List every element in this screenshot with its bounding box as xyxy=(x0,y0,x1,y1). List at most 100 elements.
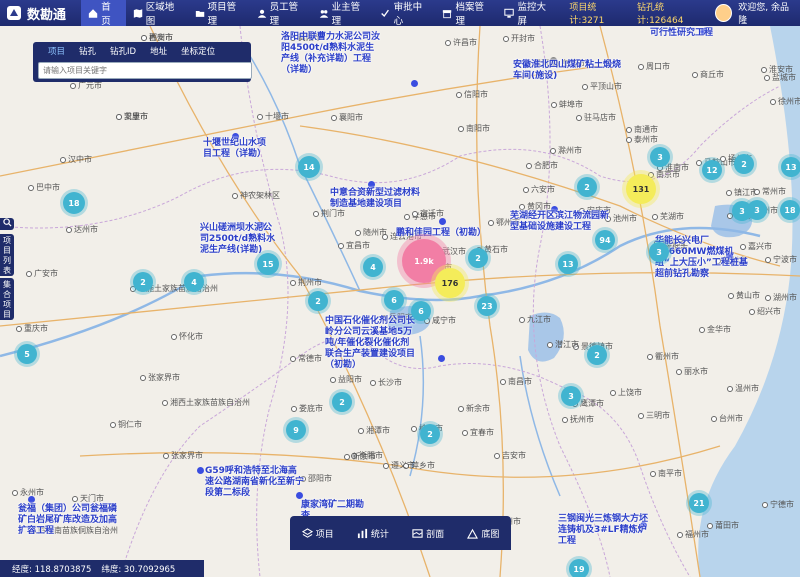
search-tab-3[interactable]: 地址 xyxy=(143,45,174,57)
city-label: 神农架林区 xyxy=(232,190,280,201)
search-tabs: 项目 钻孔 钻孔ID 地址 坐标定位 xyxy=(33,42,251,60)
cluster-marker[interactable]: 6 xyxy=(411,301,431,321)
city-label: 平顶山市 xyxy=(582,81,622,92)
cluster-marker[interactable]: 13 xyxy=(558,254,578,274)
cluster-marker[interactable]: 2 xyxy=(308,291,328,311)
project-label[interactable]: 中国石化催化剂公司长岭分公司云溪基地5万吨/年催化裂化催化剂联合生产装置建设项目… xyxy=(325,316,415,371)
cluster-marker[interactable]: 23 xyxy=(477,296,497,316)
project-label[interactable]: 兴山磋洲坝水泥公司2500t/d熟料水泥生产线(详勘) xyxy=(200,223,280,256)
project-label[interactable]: G59呼和浩特至北海高速公路湖南省新化至新宁段第二标段 xyxy=(205,466,305,499)
cluster-marker[interactable]: 2 xyxy=(468,248,488,268)
cluster-marker[interactable]: 2 xyxy=(133,272,153,292)
cluster-marker[interactable]: 94 xyxy=(595,230,615,250)
toolbar-project-button[interactable]: 项目 xyxy=(301,527,334,540)
cluster-marker[interactable]: 2 xyxy=(587,345,607,365)
project-label[interactable]: 可行性研究工程 xyxy=(650,28,750,39)
cluster-marker[interactable]: 4 xyxy=(184,272,204,292)
city-label: 徐州市 xyxy=(770,96,800,107)
project-label[interactable]: 瓮福（集团）公司瓮福磷矿白岩尾矿库改造及加高扩容工程 xyxy=(18,504,118,537)
search-tab-0[interactable]: 项目 xyxy=(41,45,72,57)
cluster-marker[interactable]: 3 xyxy=(649,242,669,262)
cluster-marker[interactable]: 14 xyxy=(298,156,320,178)
nav-item-5[interactable]: 审批中心 xyxy=(373,0,435,27)
cluster-marker[interactable]: 131 xyxy=(626,174,656,204)
cluster-marker[interactable]: 21 xyxy=(689,493,709,513)
project-label[interactable]: 中意合资新型过滤材料制造基地建设项目 xyxy=(330,188,420,210)
side-search-button[interactable] xyxy=(0,218,14,230)
nav-item-7[interactable]: 监控大屏 xyxy=(497,0,559,27)
cluster-marker[interactable]: 9 xyxy=(286,420,306,440)
city-label: 襄阳市 xyxy=(331,112,363,123)
nav-item-2[interactable]: 项目管理 xyxy=(188,0,250,27)
project-pin[interactable] xyxy=(197,467,204,474)
cluster-marker[interactable]: 3 xyxy=(561,386,581,406)
cluster-marker[interactable]: 2 xyxy=(577,177,597,197)
search-tab-4[interactable]: 坐标定位 xyxy=(174,45,222,57)
cluster-marker[interactable]: 18 xyxy=(780,200,800,220)
bar-chart-icon xyxy=(357,528,367,538)
cluster-marker[interactable]: 2 xyxy=(734,154,754,174)
project-label[interactable]: 华能长兴电厂2×660MW燃煤机组“上大压小”工程桩基超前钻孔勘察 xyxy=(655,236,755,280)
nav-item-6[interactable]: 档案管理 xyxy=(435,0,497,27)
cluster-marker[interactable]: 4 xyxy=(363,257,383,277)
search-tab-1[interactable]: 钻孔 xyxy=(72,45,103,57)
toolbar-stats-button[interactable]: 统计 xyxy=(357,527,389,540)
cluster-marker[interactable]: 2 xyxy=(420,424,440,444)
map-canvas[interactable]: 西安市 商洛市 安康市 汉中市 十堰市 襄阳市 神农架林区 巴中市 达州市 广安市 广元市 重庆市 恩施… xyxy=(0,26,800,577)
project-label[interactable]: 芜湖经开区滨江物流园新型基础设施建设工程 xyxy=(510,211,610,233)
project-pin[interactable] xyxy=(439,218,446,225)
search-input[interactable] xyxy=(38,62,252,79)
city-label: 许昌市 xyxy=(445,37,477,48)
project-label[interactable]: 洛阳中联曹力水泥公司汝阳4500t/d熟料水泥生产线（补充详勘）工程（详勘） xyxy=(281,32,381,76)
user-menu[interactable]: 欢迎您, 余品隆 xyxy=(715,0,800,26)
search-panel: 项目 钻孔 钻孔ID 地址 坐标定位 xyxy=(33,42,252,82)
project-label[interactable]: 鹏和佳园工程（初勘） xyxy=(396,228,506,239)
project-label[interactable]: 十堰世纪山水项目工程（详勘） xyxy=(203,138,273,160)
nav-item-label: 档案管理 xyxy=(455,2,485,27)
city-label: 黄山市 xyxy=(728,290,760,301)
city-label: 驻马店市 xyxy=(576,112,616,123)
project-pin[interactable] xyxy=(28,496,35,503)
cluster-marker[interactable]: 13 xyxy=(781,157,800,177)
owner-icon xyxy=(319,9,328,18)
borehole-count: 钻孔统计:126464 xyxy=(637,3,684,26)
cluster-marker[interactable]: 15 xyxy=(257,253,279,275)
coordinate-readout: 经度: 118.8703875 纬度: 30.7092965 xyxy=(0,560,204,577)
city-label: 十堰市 xyxy=(257,111,289,122)
nav-item-1[interactable]: 区域地图 xyxy=(126,0,188,27)
project-label[interactable]: 三钢闽光三炼钢大方坯连铸机及3#LF精炼炉工程 xyxy=(558,514,650,547)
city-label: 衢州市 xyxy=(647,351,679,362)
cluster-marker[interactable]: 176 xyxy=(435,268,465,298)
cluster-marker[interactable]: 18 xyxy=(63,192,85,214)
avatar[interactable] xyxy=(715,4,733,22)
cluster-marker[interactable]: 3 xyxy=(650,147,670,167)
nav-item-4[interactable]: 业主管理 xyxy=(312,0,374,27)
cluster-marker[interactable]: 2 xyxy=(332,392,352,412)
project-pin[interactable] xyxy=(296,492,303,499)
project-pin[interactable] xyxy=(368,181,375,188)
nav-item-label: 项目管理 xyxy=(207,2,237,27)
project-pin[interactable] xyxy=(411,80,418,87)
city-label: 滁州市 xyxy=(550,145,582,156)
city-label: 张家界市 xyxy=(140,372,180,383)
city-label: 新余市 xyxy=(344,451,376,462)
cluster-marker[interactable]: 3 xyxy=(747,200,767,220)
nav-item-3[interactable]: 员工管理 xyxy=(250,0,312,27)
city-label: 合肥市 xyxy=(526,160,558,171)
cluster-marker[interactable]: 6 xyxy=(384,290,404,310)
project-pin[interactable] xyxy=(438,355,445,362)
brand[interactable]: 数勘通 xyxy=(0,4,81,23)
group-project-tab[interactable]: 集合项目 xyxy=(0,278,14,320)
cluster-marker[interactable]: 19 xyxy=(569,559,589,577)
project-label[interactable]: 安徽淮北四山煤矿粘土煅烧车间(施设) xyxy=(513,60,623,82)
city-label: 上饶市 xyxy=(610,387,642,398)
toolbar-basemap-button[interactable]: 底图 xyxy=(467,527,499,540)
toolbar-section-button[interactable]: 剖面 xyxy=(412,527,444,540)
cluster-marker[interactable]: 5 xyxy=(17,344,37,364)
nav-item-0[interactable]: 首页 xyxy=(81,0,126,27)
project-list-tab[interactable]: 项目列表 xyxy=(0,234,14,276)
toolbar-stats-label: 统计 xyxy=(370,529,389,540)
city-label: 信阳市 xyxy=(456,89,488,100)
search-tab-2[interactable]: 钻孔ID xyxy=(103,45,143,57)
cluster-marker[interactable]: 12 xyxy=(702,160,722,180)
